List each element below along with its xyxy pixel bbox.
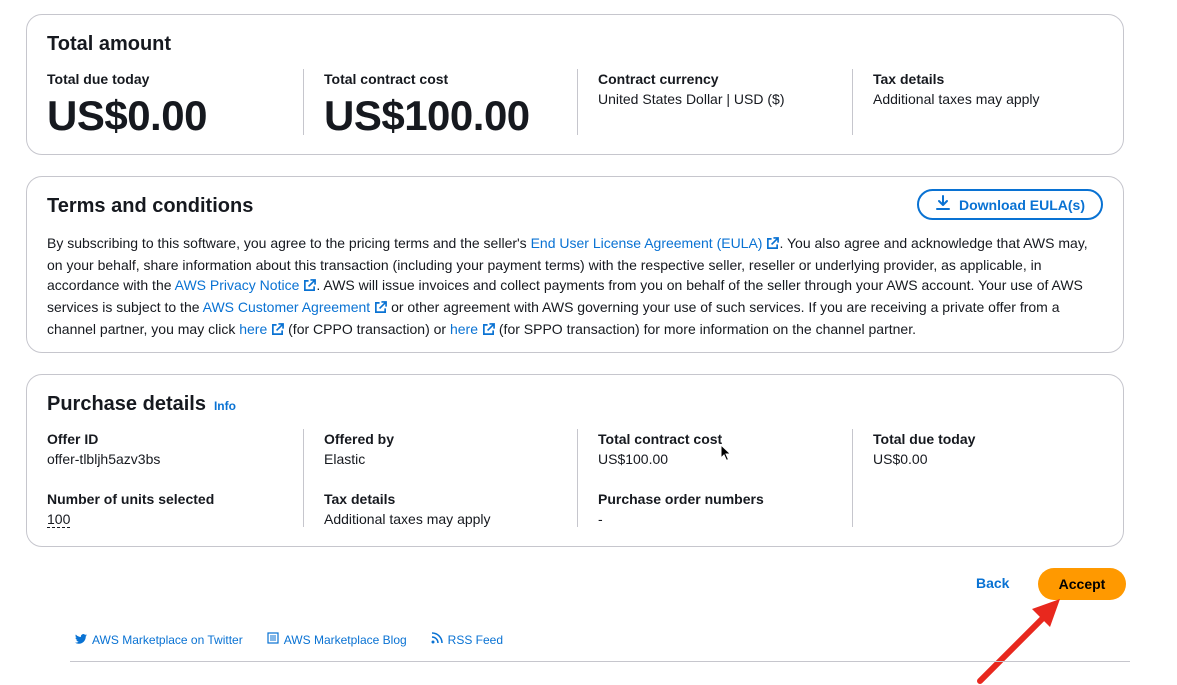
annotation-arrow-icon [977, 599, 1060, 684]
terms-title: Terms and conditions [47, 195, 254, 217]
offered-by-value: Elastic [324, 451, 366, 467]
cppo-here-link[interactable]: here [239, 321, 285, 337]
rss-link-label: RSS Feed [447, 632, 504, 647]
contract-currency-label: Contract currency [598, 71, 719, 87]
mouse-cursor-icon [720, 444, 732, 462]
eula-link[interactable]: End User License Agreement (EULA) [531, 235, 780, 251]
terms-text-6: (for SPPO transaction) for more informat… [495, 321, 916, 337]
offer-id-value: offer-tlbljh5azv3bs [47, 451, 161, 467]
download-eula-label: Download EULA(s) [959, 196, 1085, 213]
external-link-icon [482, 321, 495, 341]
total-due-today-col: Total due today US$0.00 [47, 69, 303, 141]
total-amount-card: Total amount Total due today US$0.00 Tot… [26, 14, 1124, 155]
external-link-icon [374, 299, 388, 319]
purchase-due-today-col: Total due today US$0.00 [852, 429, 1102, 527]
footer-links: AWS Marketplace on Twitter AWS Marketpla… [75, 632, 503, 647]
purchase-details-card: Purchase details Info Offer ID offer-tlbl… [26, 374, 1124, 547]
external-link-icon [766, 235, 780, 255]
privacy-notice-label: AWS Privacy Notice [174, 277, 300, 293]
offered-by-label: Offered by [324, 431, 395, 447]
rss-icon [431, 632, 443, 647]
purchase-tax-label: Tax details [324, 491, 396, 507]
sppo-here-label: here [449, 321, 478, 337]
customer-agreement-link[interactable]: AWS Customer Agreement [203, 299, 388, 315]
units-col: Number of units selected 100 [47, 489, 303, 529]
terms-body: By subscribing to this software, you agr… [47, 233, 1107, 341]
tax-details-label: Tax details [873, 71, 945, 87]
total-due-today-value: US$0.00 [47, 92, 207, 139]
customer-agreement-label: AWS Customer Agreement [202, 299, 371, 315]
purchase-details-title: Purchase details Info [47, 393, 236, 416]
total-contract-cost-value: US$100.00 [324, 92, 530, 139]
offer-id-label: Offer ID [47, 431, 99, 447]
privacy-notice-link[interactable]: AWS Privacy Notice [175, 277, 317, 293]
purchase-due-today-value: US$0.00 [873, 451, 928, 467]
offered-by-col: Offered by Elastic Tax details Additiona… [303, 429, 577, 527]
external-link-icon [303, 277, 317, 297]
footer-divider [70, 661, 1130, 662]
purchase-tax-value: Additional taxes may apply [324, 511, 491, 527]
tax-details-value: Additional taxes may apply [873, 91, 1040, 107]
rss-link[interactable]: RSS Feed [431, 632, 503, 647]
info-link[interactable]: Info [214, 399, 236, 413]
terms-text-5: (for CPPO transaction) or [284, 321, 450, 337]
cppo-here-label: here [239, 321, 268, 337]
contract-currency-col: Contract currency United States Dollar |… [577, 69, 852, 135]
purchase-details-title-text: Purchase details [47, 393, 206, 415]
twitter-link-label: AWS Marketplace on Twitter [92, 632, 243, 647]
eula-link-label: End User License Agreement (EULA) [530, 235, 763, 251]
offer-id-col: Offer ID offer-tlbljh5azv3bs [47, 429, 303, 469]
blog-link[interactable]: AWS Marketplace Blog [267, 632, 407, 647]
total-amount-title: Total amount [47, 33, 172, 55]
po-numbers-label: Purchase order numbers [598, 491, 764, 507]
twitter-icon [75, 633, 87, 647]
blog-link-label: AWS Marketplace Blog [283, 632, 407, 647]
download-eula-button[interactable]: Download EULA(s) [917, 189, 1103, 220]
units-label: Number of units selected [47, 491, 215, 507]
twitter-link[interactable]: AWS Marketplace on Twitter [75, 632, 243, 647]
back-button[interactable]: Back [976, 575, 1009, 591]
purchase-contract-cost-col: Total contract cost US$100.00 Purchase o… [577, 429, 852, 527]
terms-text-1: By subscribing to this software, you agr… [47, 235, 531, 251]
terms-card: Terms and conditions Download EULA(s) By… [26, 176, 1124, 353]
po-numbers-value: - [598, 511, 603, 527]
contract-currency-value: United States Dollar | USD ($) [598, 91, 785, 107]
tax-details-col: Tax details Additional taxes may apply [852, 69, 1102, 135]
external-link-icon [271, 321, 285, 341]
total-contract-cost-col: Total contract cost US$100.00 [303, 69, 577, 139]
units-value[interactable]: 100 [47, 511, 71, 528]
total-due-today-label: Total due today [47, 71, 150, 87]
document-icon [267, 632, 279, 647]
sppo-here-link[interactable]: here [450, 321, 495, 337]
download-icon [935, 195, 951, 214]
total-contract-cost-label: Total contract cost [324, 71, 449, 87]
purchase-due-today-label: Total due today [873, 431, 976, 447]
